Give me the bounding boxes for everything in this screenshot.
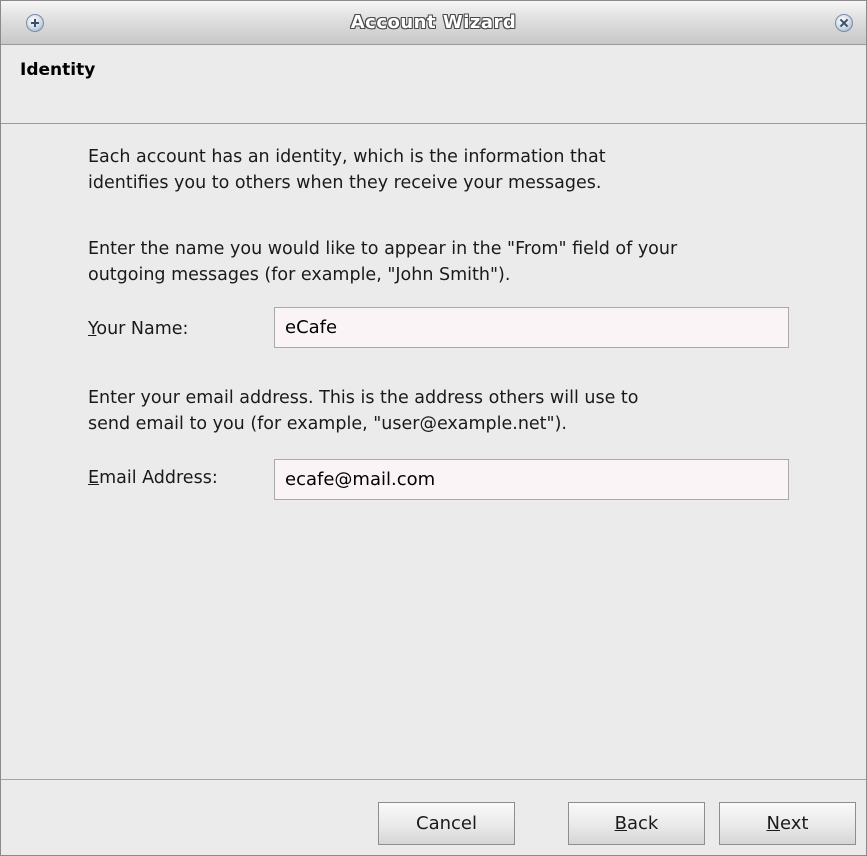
- name-help-line-2: outgoing messages (for example, "John Sm…: [88, 265, 511, 285]
- intro-text-line-2: identifies you to others when they recei…: [88, 173, 602, 193]
- email-address-input[interactable]: [274, 459, 789, 500]
- back-button-label: ack: [627, 813, 659, 834]
- account-wizard-window: Account Wizard Identity Each account has…: [0, 0, 867, 856]
- page-title: Identity: [20, 60, 96, 80]
- your-name-label: Your Name:: [88, 319, 188, 339]
- cancel-button-label: Cancel: [416, 813, 477, 834]
- email-help-line-1: Enter your email address. This is the ad…: [88, 388, 639, 408]
- email-address-label-mnemonic: E: [88, 468, 100, 488]
- close-icon[interactable]: [835, 14, 853, 32]
- next-button-mnemonic: N: [766, 813, 780, 834]
- name-help-text: Enter the name you would like to appear …: [88, 236, 828, 288]
- back-button[interactable]: Back: [568, 802, 705, 845]
- title-bar[interactable]: Account Wizard: [1, 1, 866, 45]
- window-title: Account Wizard: [350, 12, 517, 33]
- email-help-text: Enter your email address. This is the ad…: [88, 385, 828, 437]
- intro-text: Each account has an identity, which is t…: [88, 144, 828, 196]
- wizard-header: Identity: [1, 45, 866, 124]
- email-help-line-2: send email to you (for example, "user@ex…: [88, 414, 567, 434]
- next-button-label: ext: [780, 813, 809, 834]
- back-button-mnemonic: B: [614, 813, 627, 834]
- cancel-button[interactable]: Cancel: [378, 802, 515, 845]
- footer-divider: [1, 779, 866, 780]
- your-name-input[interactable]: [274, 307, 789, 348]
- intro-text-line-1: Each account has an identity, which is t…: [88, 147, 606, 167]
- email-address-label-text: mail Address:: [99, 468, 218, 488]
- next-button[interactable]: Next: [719, 802, 856, 845]
- your-name-label-text: our Name:: [96, 319, 189, 339]
- name-help-line-1: Enter the name you would like to appear …: [88, 239, 678, 259]
- email-address-label: Email Address:: [88, 468, 218, 488]
